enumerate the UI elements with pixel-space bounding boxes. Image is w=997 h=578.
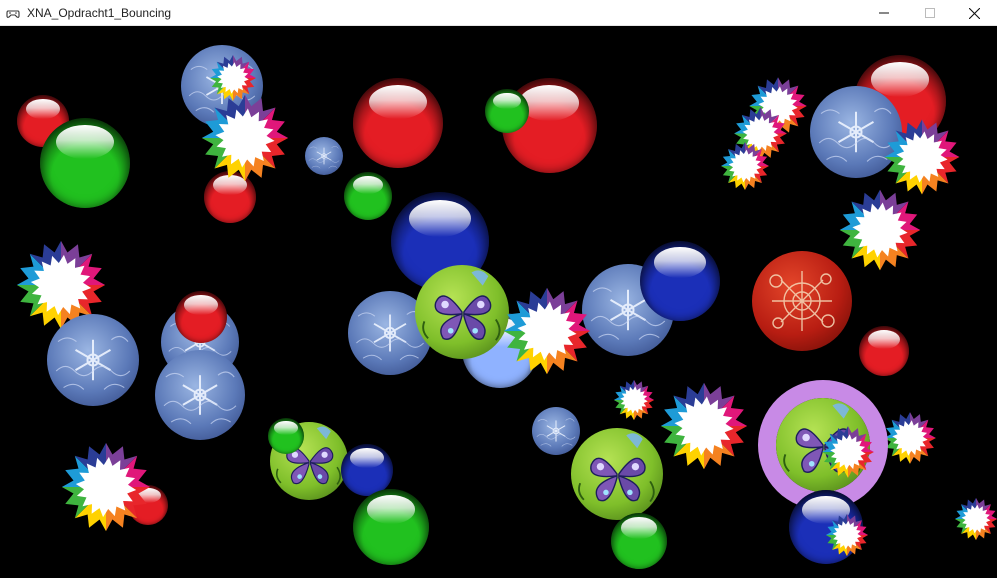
blue-ball — [341, 444, 393, 496]
title-bar[interactable]: XNA_Opdracht1_Bouncing — [0, 0, 997, 26]
gamepad-icon — [5, 5, 21, 21]
green-ball — [611, 513, 667, 569]
green-ball — [344, 172, 392, 220]
minimize-button[interactable] — [861, 0, 907, 26]
rainbow-star — [60, 441, 152, 533]
blue-ball — [640, 241, 720, 321]
red-ball — [353, 78, 443, 168]
red-ball — [859, 326, 909, 376]
minimize-icon — [879, 12, 889, 14]
snowflake-ornament — [155, 350, 245, 440]
maximize-button[interactable] — [907, 0, 953, 26]
rainbow-star — [821, 425, 875, 479]
red-ball — [175, 291, 227, 343]
maximize-icon — [925, 8, 935, 18]
game-canvas[interactable] — [0, 26, 997, 578]
rainbow-star — [825, 513, 869, 557]
close-button[interactable] — [951, 0, 997, 26]
butterfly-ornament — [571, 428, 663, 520]
green-ball — [485, 89, 529, 133]
rainbow-star — [659, 381, 749, 471]
rainbow-star — [883, 118, 961, 196]
green-ball — [353, 489, 429, 565]
rainbow-star — [502, 286, 592, 376]
rainbow-star — [613, 379, 655, 421]
window-title: XNA_Opdracht1_Bouncing — [27, 6, 172, 20]
rainbow-star — [954, 497, 997, 541]
red-ornament — [752, 251, 852, 351]
rainbow-star — [200, 93, 290, 183]
snowflake-ornament — [305, 137, 343, 175]
rainbow-star — [883, 411, 937, 465]
rainbow-star — [720, 141, 770, 191]
green-ball — [268, 418, 304, 454]
butterfly-ornament — [415, 265, 509, 359]
snowflake-ornament — [47, 314, 139, 406]
green-ball — [40, 118, 130, 208]
close-icon — [968, 7, 980, 19]
